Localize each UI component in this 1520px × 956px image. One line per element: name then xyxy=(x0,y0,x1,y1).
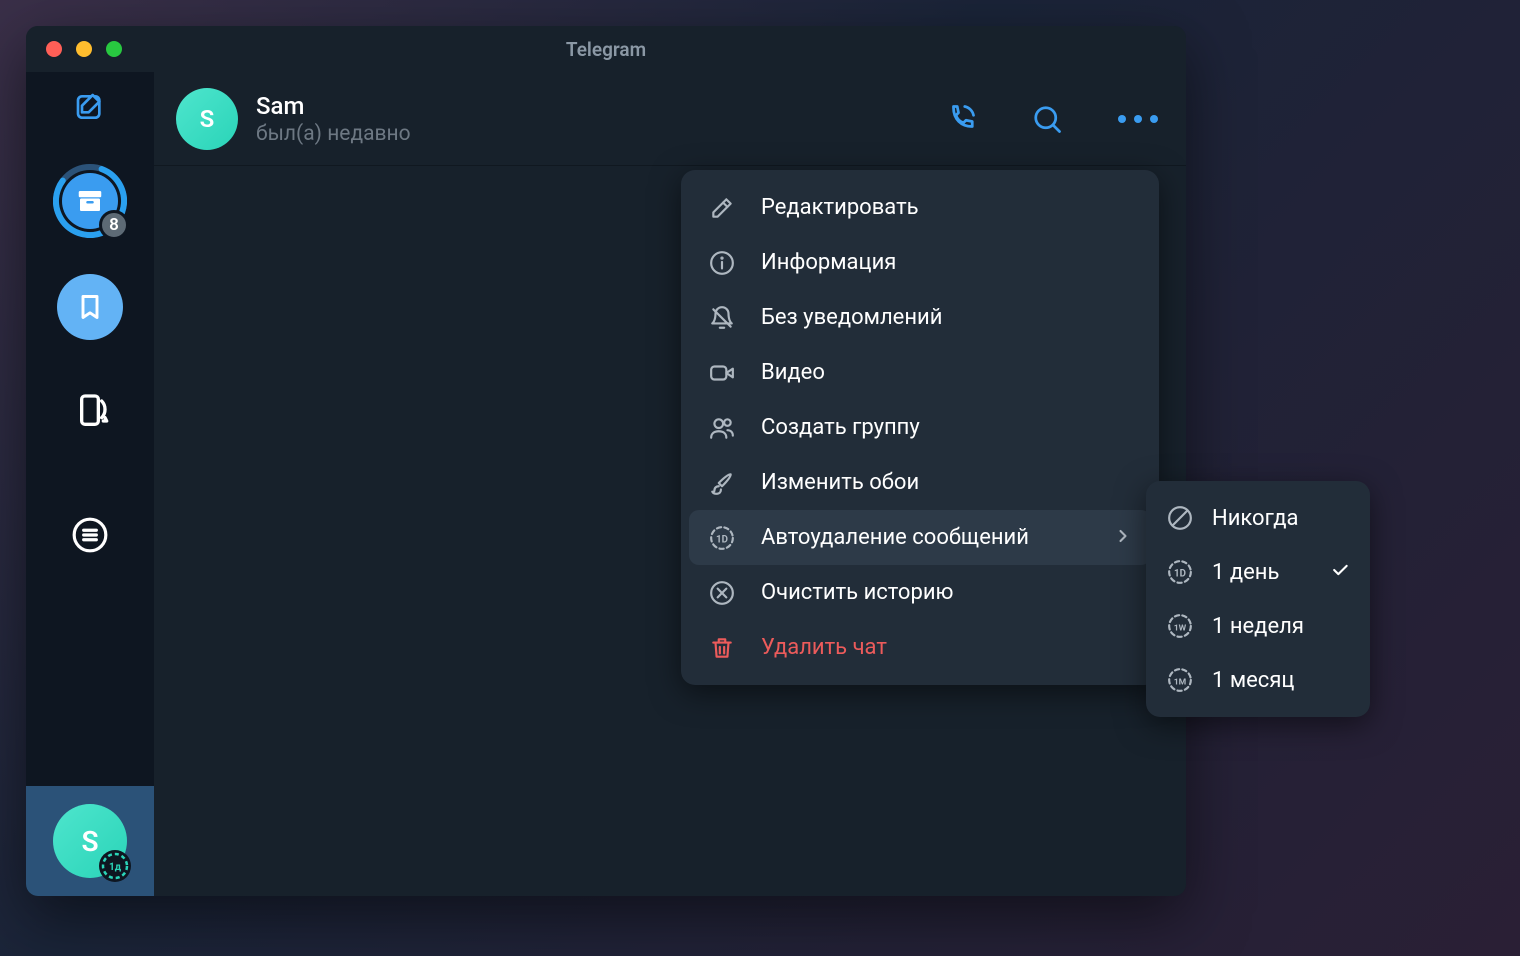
archive-button[interactable]: 8 xyxy=(53,164,127,238)
compose-button[interactable] xyxy=(73,90,107,124)
video-icon xyxy=(707,360,737,386)
menu-label: Видео xyxy=(761,360,1133,385)
menu-label: Очистить историю xyxy=(761,580,1133,605)
svg-text:1д: 1д xyxy=(109,862,122,873)
menu-item-edit[interactable]: Редактировать xyxy=(681,180,1159,235)
chat-status: был(а) недавно xyxy=(256,122,946,146)
more-icon xyxy=(1118,115,1158,123)
menu-label: Информация xyxy=(761,250,1133,275)
menu-item-video[interactable]: Видео xyxy=(681,345,1159,400)
edit-icon xyxy=(707,195,737,221)
submenu-label: Никогда xyxy=(1212,506,1350,531)
timer-1m-icon: 1M xyxy=(1166,667,1194,693)
autodelete-submenu: Никогда 1D 1 день 1W 1 неделя 1M 1 месяц xyxy=(1146,481,1370,717)
submenu-item-1month[interactable]: 1M 1 месяц xyxy=(1146,653,1370,707)
window-controls xyxy=(26,41,122,57)
menu-item-mute[interactable]: Без уведомлений xyxy=(681,290,1159,345)
submenu-label: 1 месяц xyxy=(1212,668,1350,693)
group-icon xyxy=(707,415,737,441)
clear-icon xyxy=(707,580,737,606)
submenu-label: 1 неделя xyxy=(1212,614,1350,639)
list-icon xyxy=(71,516,109,554)
chat-name: Sam xyxy=(256,92,946,120)
more-button[interactable] xyxy=(1118,115,1158,123)
phone-sync-icon xyxy=(70,391,110,431)
chat-header: S Sam был(а) недавно xyxy=(154,72,1186,166)
chat-avatar[interactable]: S xyxy=(176,88,238,150)
menu-item-clear-history[interactable]: Очистить историю xyxy=(681,565,1159,620)
menu-item-info[interactable]: Информация xyxy=(681,235,1159,290)
close-window-button[interactable] xyxy=(46,41,62,57)
brush-icon xyxy=(707,470,737,496)
compose-icon xyxy=(74,91,106,123)
mute-icon xyxy=(707,305,737,331)
menu-label: Удалить чат xyxy=(761,635,1133,660)
search-chat-button[interactable] xyxy=(1032,104,1062,134)
timer-icon: 1D xyxy=(707,525,737,551)
svg-text:1D: 1D xyxy=(1174,568,1186,579)
timer-1w-icon: 1W xyxy=(1166,613,1194,639)
phone-icon xyxy=(946,104,976,134)
call-button[interactable] xyxy=(946,104,976,134)
app-window: Telegram xyxy=(26,26,1186,896)
menu-item-wallpaper[interactable]: Изменить обои xyxy=(681,455,1159,510)
bookmark-icon xyxy=(76,293,104,321)
maximize-window-button[interactable] xyxy=(106,41,122,57)
check-icon xyxy=(1330,560,1350,584)
chevron-right-icon xyxy=(1113,526,1133,550)
titlebar: Telegram xyxy=(26,26,1186,72)
submenu-item-never[interactable]: Никогда xyxy=(1146,491,1370,545)
menu-item-delete-chat[interactable]: Удалить чат xyxy=(681,620,1159,675)
sidebar-chat-item[interactable]: S 1д xyxy=(26,786,154,896)
search-icon xyxy=(1032,104,1062,134)
chat-folders-button[interactable] xyxy=(67,512,113,558)
submenu-label: 1 день xyxy=(1212,560,1312,585)
context-menu: Редактировать Информация Без уведомлений… xyxy=(681,170,1159,685)
autodelete-badge: 1д xyxy=(99,850,131,882)
submenu-item-1day[interactable]: 1D 1 день xyxy=(1146,545,1370,599)
svg-text:1M: 1M xyxy=(1174,677,1187,687)
trash-icon xyxy=(707,635,737,661)
menu-label: Редактировать xyxy=(761,195,1133,220)
archive-icon xyxy=(75,186,105,216)
chat-avatar-small: S 1д xyxy=(53,804,127,878)
header-actions xyxy=(946,104,1158,134)
archive-badge: 8 xyxy=(99,210,129,240)
menu-label: Создать группу xyxy=(761,415,1133,440)
saved-messages-button[interactable] xyxy=(57,274,123,340)
menu-label: Автоудаление сообщений xyxy=(761,525,1089,550)
menu-item-autodelete[interactable]: 1D Автоудаление сообщений xyxy=(689,510,1151,565)
svg-text:1D: 1D xyxy=(716,534,728,545)
avatar-letter: S xyxy=(200,105,215,133)
timer-1d-icon: 1D xyxy=(1166,559,1194,585)
menu-item-create-group[interactable]: Создать группу xyxy=(681,400,1159,455)
submenu-item-1week[interactable]: 1W 1 неделя xyxy=(1146,599,1370,653)
minimize-window-button[interactable] xyxy=(76,41,92,57)
avatar-letter: S xyxy=(81,825,98,858)
chat-header-text[interactable]: Sam был(а) недавно xyxy=(256,92,946,146)
info-icon xyxy=(707,250,737,276)
svg-text:1W: 1W xyxy=(1174,623,1187,633)
linked-devices-button[interactable] xyxy=(67,388,113,434)
menu-label: Изменить обои xyxy=(761,470,1133,495)
sidebar: 8 xyxy=(26,72,154,896)
menu-label: Без уведомлений xyxy=(761,305,1133,330)
window-title: Telegram xyxy=(566,38,646,61)
never-icon xyxy=(1166,505,1194,531)
